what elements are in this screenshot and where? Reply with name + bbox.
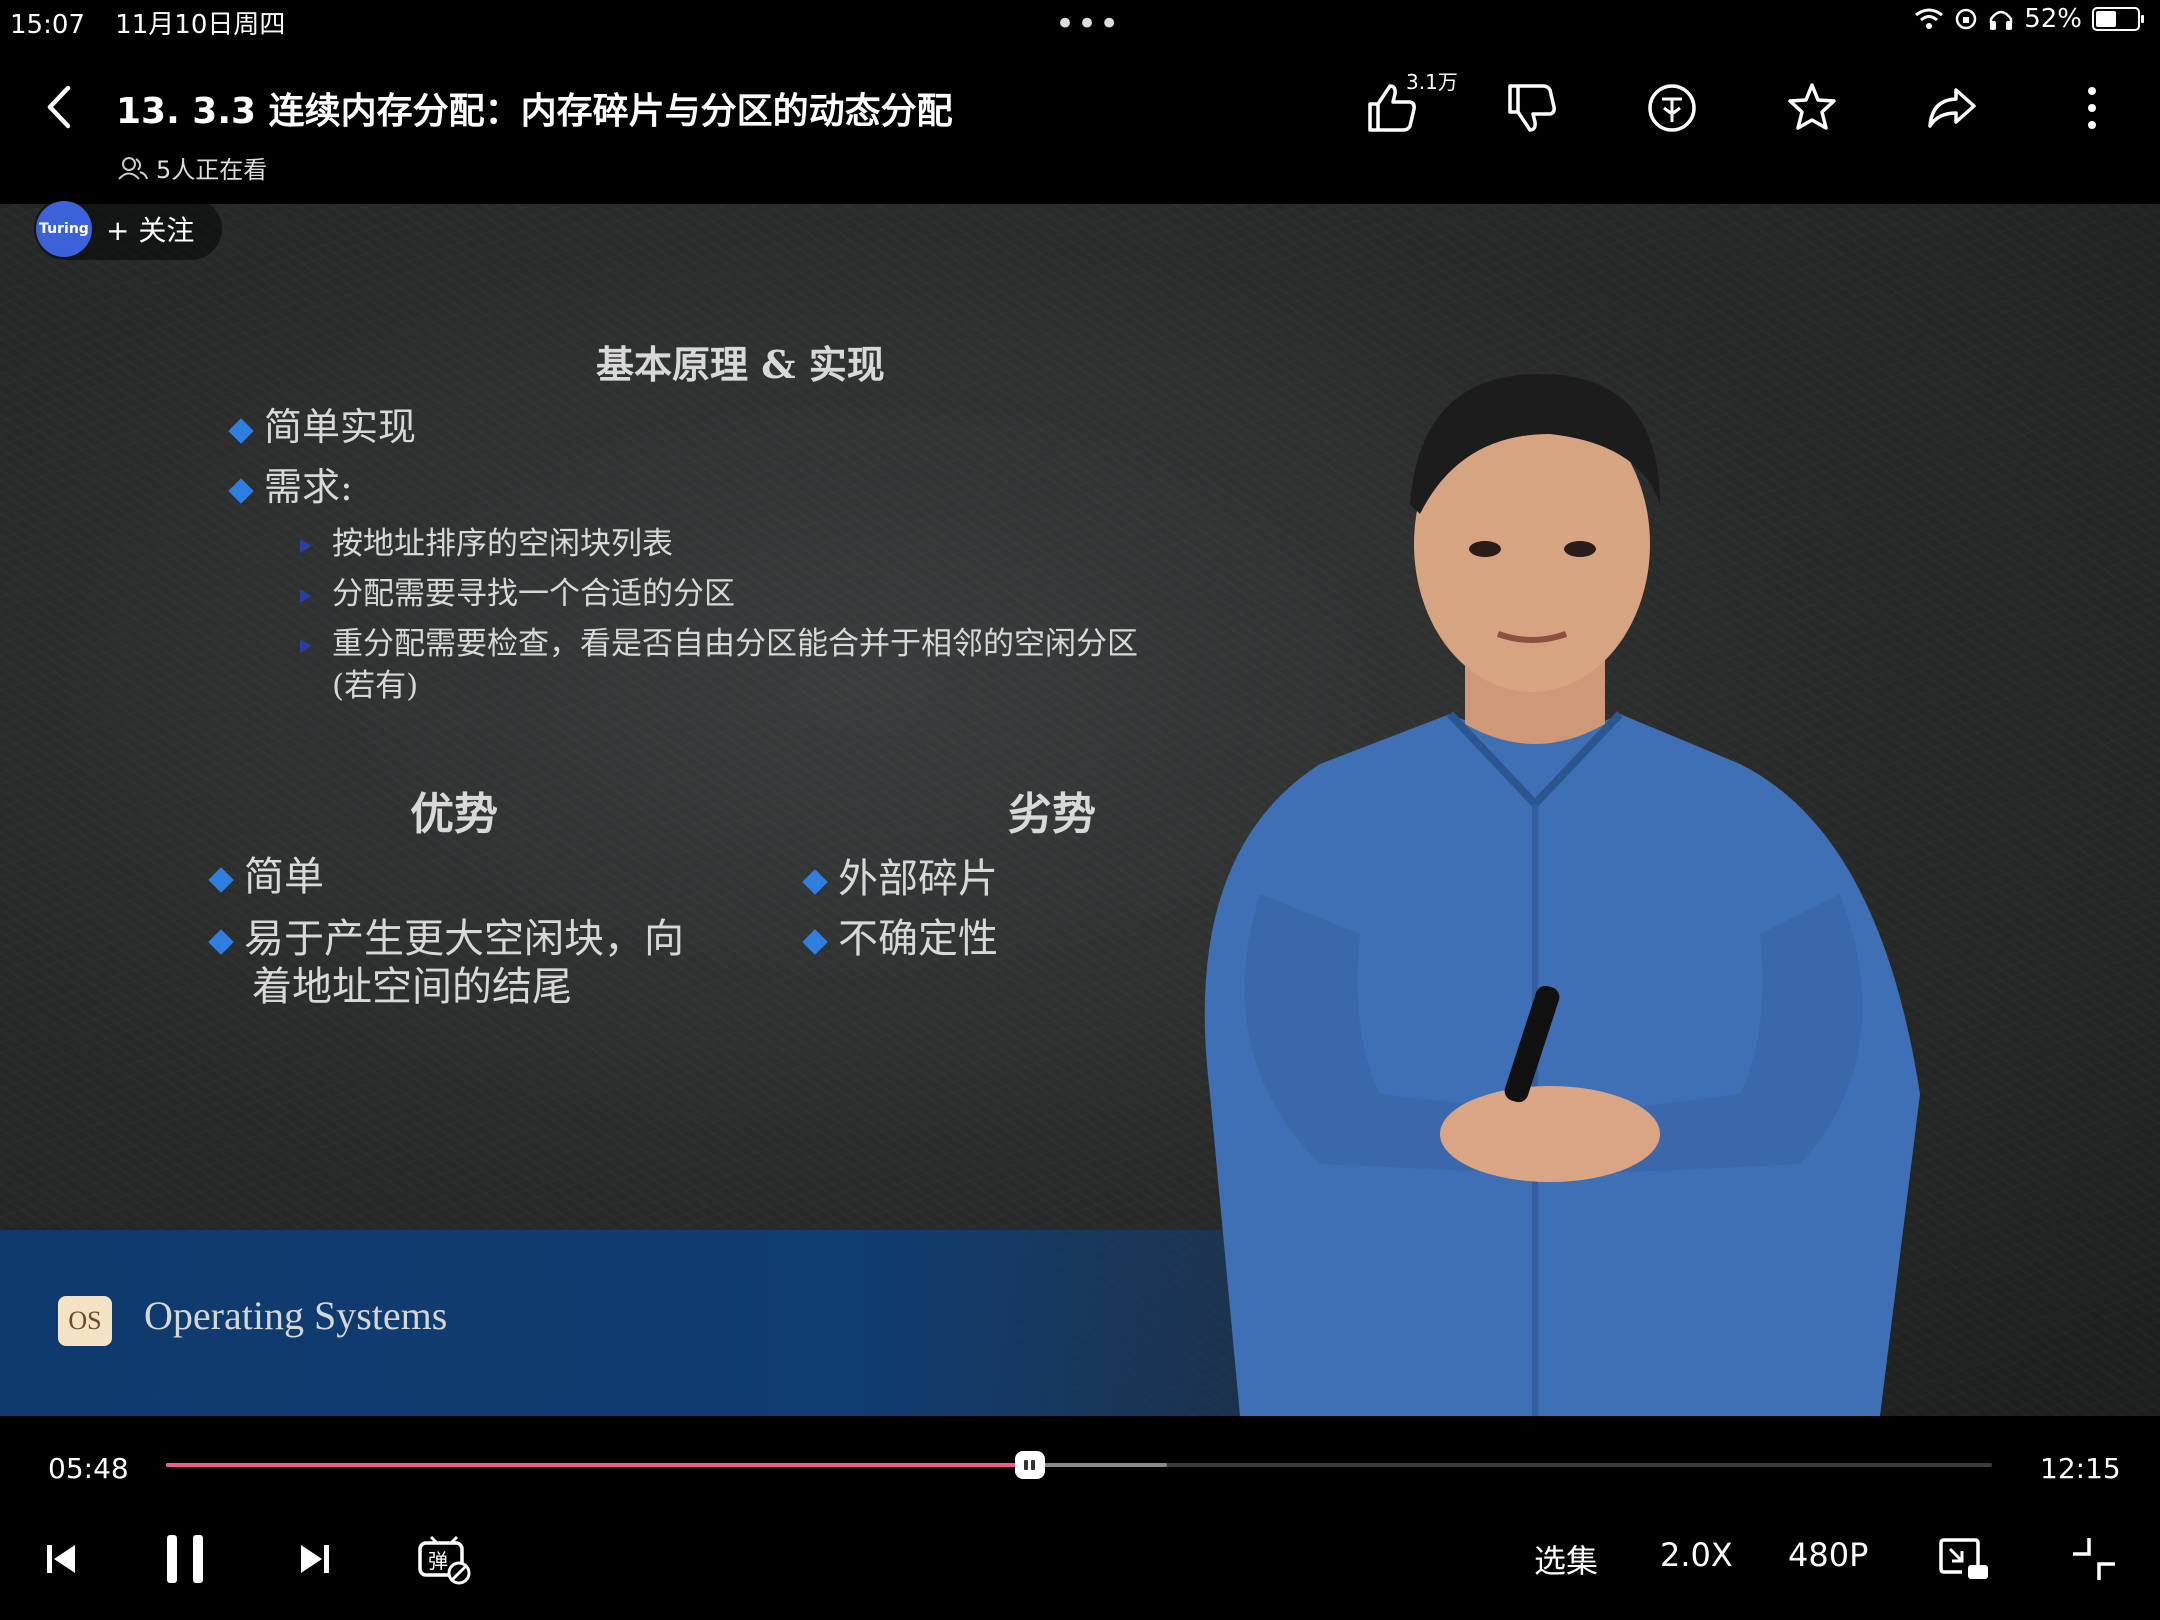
slide-sub-bullet: 分配需要寻找一个合适的分区 (300, 568, 735, 613)
status-bar-left: 15:07 11月10日周四 (10, 4, 307, 41)
sub-bullet-arrow-icon (300, 638, 312, 653)
sub-bullet-arrow-icon (300, 588, 312, 603)
viewers-icon (118, 156, 148, 180)
presenter-figure (1204, 374, 1920, 1416)
speed-button[interactable]: 2.0X (1660, 1536, 1733, 1574)
slide-bullet: 简单实现 (228, 396, 417, 451)
quality-button[interactable]: 480P (1788, 1536, 1868, 1574)
sub-bullet-arrow-icon (300, 538, 312, 553)
share-button[interactable] (1920, 76, 1984, 140)
current-time: 05:48 (48, 1452, 129, 1485)
next-button[interactable] (292, 1530, 338, 1588)
headphones-icon (1989, 10, 2013, 30)
uploader-avatar[interactable]: Turing (36, 201, 92, 257)
watching-label: 5人正在看 (156, 156, 268, 184)
cons-item: 不确定性 (802, 906, 998, 964)
video-title: 13. 3.3 连续内存分配：内存碎片与分区的动态分配 (116, 91, 953, 132)
bullet-diamond-icon (802, 869, 828, 895)
bullet-text: 需求: (264, 465, 353, 509)
pros-title: 优势 (410, 789, 498, 840)
cons-title: 劣势 (1008, 789, 1096, 840)
favorite-button[interactable] (1780, 76, 1844, 140)
cons-text: 外部碎片 (838, 856, 998, 902)
slide-sub-bullet: 按地址排序的空闲块列表 (300, 518, 673, 563)
danmaku-toggle[interactable]: 弹 (416, 1530, 472, 1588)
slide-bullet: 需求: (228, 456, 353, 511)
course-name: Operating Systems (144, 1293, 448, 1338)
bullet-diamond-icon (802, 929, 828, 955)
favorite-icon (1788, 83, 1836, 130)
status-time: 15:07 (10, 10, 85, 40)
cons-item: 外部碎片 (802, 846, 998, 904)
sub-bullet-text: 分配需要寻找一个合适的分区 (332, 576, 735, 612)
follow-badge[interactable]: Turing + 关注 (34, 198, 223, 260)
status-bar-right: 52% (1914, 4, 2144, 34)
picture-in-picture-icon (1939, 1538, 1988, 1579)
duration: 12:15 (2040, 1452, 2121, 1485)
course-logo: OS (58, 1296, 112, 1346)
wifi-icon (1915, 8, 1944, 29)
pros-continuation: 着地址空间的结尾 (252, 964, 572, 1010)
follow-button[interactable]: + 关注 (106, 209, 194, 249)
previous-icon (47, 1545, 75, 1573)
dislike-icon (1508, 84, 1556, 132)
video-frame[interactable]: 基本原理 & 实现 简单实现 需求: 按地址排序的空闲块列表 分配需要寻找一个合… (0, 204, 2160, 1416)
more-icon (2088, 87, 2096, 129)
played-bar (166, 1463, 1030, 1467)
next-icon (301, 1545, 329, 1573)
progress-thumb[interactable] (1014, 1451, 1045, 1479)
multitasking-dots-icon[interactable]: ••• (1055, 7, 1121, 41)
picture-in-picture-button[interactable] (1936, 1530, 1992, 1588)
coin-button[interactable] (1640, 76, 1704, 140)
share-icon (1928, 88, 1976, 128)
svg-text:弹: 弹 (428, 1549, 448, 1573)
episodes-button[interactable]: 选集 (1534, 1536, 1598, 1582)
exit-fullscreen-icon (2073, 1538, 2115, 1580)
sub-bullet-text: 重分配需要检查，看是否自由分区能合并于相邻的空闲分区 (332, 626, 1138, 662)
bullet-diamond-icon (208, 929, 234, 955)
slide-heading: 基本原理 & 实现 (596, 342, 885, 387)
orientation-lock-icon (1955, 8, 1977, 30)
bullet-diamond-icon (228, 417, 254, 444)
pause-button[interactable] (160, 1530, 210, 1588)
battery-percent: 52% (2024, 4, 2082, 34)
coin-icon (1648, 84, 1696, 132)
back-icon[interactable] (38, 82, 78, 132)
exit-fullscreen-button[interactable] (2066, 1530, 2122, 1588)
battery-icon (2092, 7, 2144, 31)
slide-sub-bullet: 重分配需要检查，看是否自由分区能合并于相邻的空闲分区 (300, 618, 1138, 663)
danmaku-toggle-icon: 弹 (418, 1535, 471, 1585)
like-count: 3.1万 (1406, 70, 1458, 94)
sub-bullet-continuation: (若有) (332, 668, 419, 704)
bullet-diamond-icon (208, 867, 234, 893)
status-date: 11月10日周四 (115, 10, 286, 40)
pros-text: 简单 (244, 854, 324, 900)
sub-bullet-text: 按地址排序的空闲块列表 (332, 526, 673, 562)
bullet-diamond-icon (228, 477, 254, 504)
bullet-text: 简单实现 (264, 405, 417, 449)
pros-item: 简单 (208, 844, 324, 902)
battery-fill (2096, 11, 2116, 27)
dislike-button[interactable] (1500, 76, 1564, 140)
cons-text: 不确定性 (838, 916, 998, 962)
progress-bar[interactable] (166, 1451, 1992, 1479)
previous-button[interactable] (38, 1530, 84, 1588)
more-button[interactable] (2060, 76, 2124, 140)
watching-count: 5人正在看 (118, 150, 267, 185)
pause-icon (167, 1535, 203, 1583)
